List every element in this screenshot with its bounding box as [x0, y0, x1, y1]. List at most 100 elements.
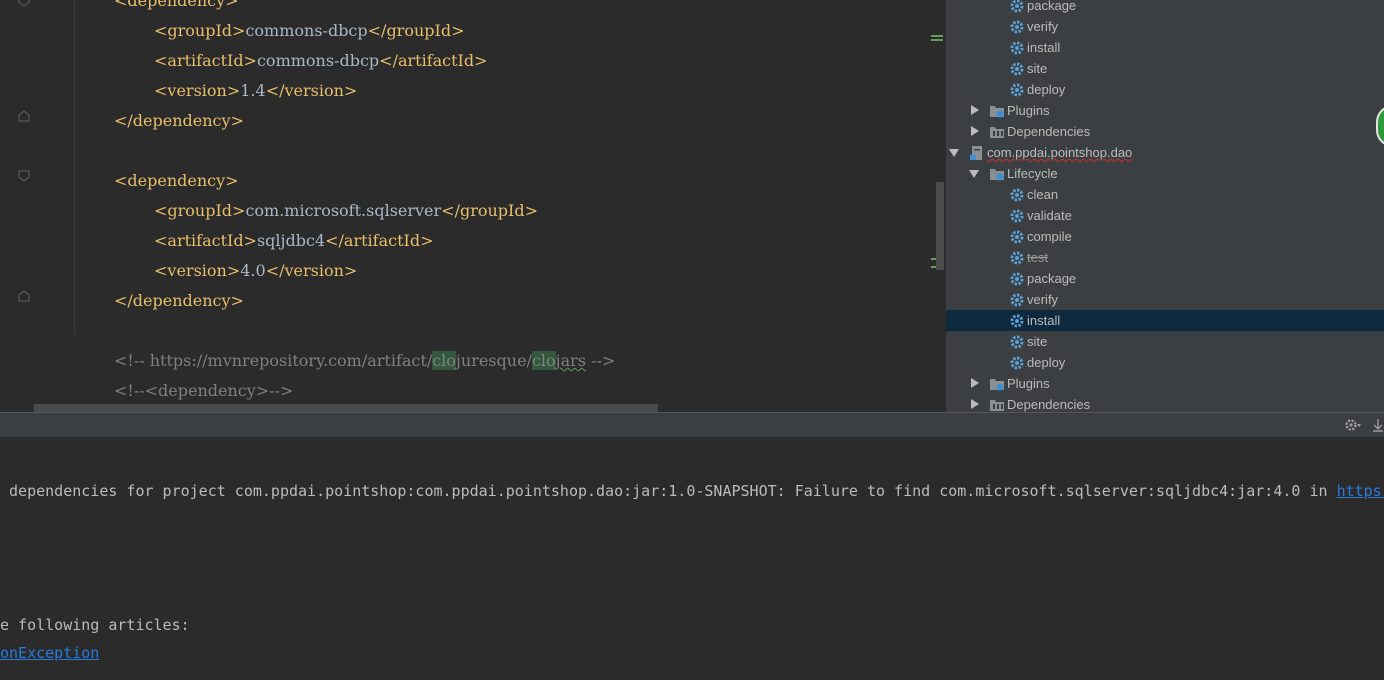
collapse-arrow-icon[interactable] — [971, 399, 979, 409]
gear-icon — [1009, 334, 1025, 350]
code-line: <artifactId>commons-dbcp</artifactId> — [154, 46, 488, 76]
code-line: <dependency> — [114, 166, 239, 196]
plugins-folder-icon — [989, 103, 1005, 119]
code-token: <!--<dependency>--> — [114, 381, 294, 400]
repository-link[interactable]: https:// — [1337, 482, 1384, 500]
tree-row-label: com.ppdai.pointshop.dao — [987, 145, 1133, 160]
console-line-link: onException — [0, 641, 99, 665]
tree-row-goal-skipped[interactable]: test — [946, 247, 1384, 268]
code-token: jars — [555, 351, 586, 370]
tree-row-label: verify — [1027, 19, 1059, 34]
console-line-help: e following articles: — [0, 613, 190, 637]
tree-row-goal-selected[interactable]: install — [946, 310, 1384, 331]
code-token: 4.0 — [240, 261, 266, 280]
code-token: clo — [531, 351, 556, 370]
horizontal-scrollbar[interactable] — [34, 404, 658, 412]
maven-module-icon — [969, 145, 985, 161]
tree-row-goal[interactable]: site — [946, 58, 1384, 79]
code-token: </artifactId> — [379, 51, 488, 70]
dependencies-folder-icon — [989, 397, 1005, 412]
code-line: <dependency> — [114, 0, 239, 16]
code-token: </artifactId> — [325, 231, 434, 250]
console-line-error: dependencies for project com.ppdai.point… — [0, 479, 1384, 503]
tree-row-goal[interactable]: validate — [946, 205, 1384, 226]
code-token: <groupId> — [154, 201, 246, 220]
code-token: --> — [586, 351, 616, 370]
tree-row-goal[interactable]: deploy — [946, 352, 1384, 373]
tree-row-goal[interactable]: deploy — [946, 79, 1384, 100]
tree-row-label: Plugins — [1007, 376, 1050, 391]
tree-row-label: Lifecycle — [1007, 166, 1058, 181]
gear-icon — [1009, 40, 1025, 56]
tree-row-goal[interactable]: clean — [946, 184, 1384, 205]
tree-row-label: clean — [1027, 187, 1059, 202]
tree-row-label: package — [1027, 271, 1077, 286]
gutter-indent-guide — [74, 0, 75, 335]
scroll-to-end-icon[interactable] — [1372, 417, 1384, 433]
tree-row-plugins[interactable]: Plugins — [946, 100, 1384, 121]
dependencies-folder-icon — [989, 124, 1005, 140]
help-text: e following articles: — [0, 616, 190, 634]
tree-row-label: Plugins — [1007, 103, 1050, 118]
tree-row-label: Dependencies — [1007, 397, 1091, 412]
gear-icon — [1009, 313, 1025, 329]
tree-row-deps[interactable]: Dependencies — [946, 394, 1384, 412]
error-text: dependencies for project com.ppdai.point… — [0, 482, 1337, 500]
tree-row-label: verify — [1027, 292, 1059, 307]
console-output[interactable]: dependencies for project com.ppdai.point… — [0, 437, 1384, 680]
tree-row-lifecycle[interactable]: Lifecycle — [946, 163, 1384, 184]
code-token: <version> — [154, 81, 241, 100]
code-line: <!-- https://mvnrepository.com/artifact/… — [114, 346, 615, 376]
code-token: commons-dbcp — [245, 21, 368, 40]
fold-marker-icon[interactable] — [17, 169, 31, 183]
tree-row-label: deploy — [1027, 82, 1066, 97]
tree-row-label: test — [1027, 250, 1048, 265]
gear-icon — [1009, 292, 1025, 308]
code-line: </dependency> — [114, 106, 244, 136]
code-line: <groupId>commons-dbcp</groupId> — [154, 16, 464, 46]
code-token: </dependency> — [114, 291, 244, 310]
fold-marker-icon[interactable] — [17, 0, 31, 8]
code-token: </groupId> — [367, 21, 465, 40]
tree-row-goal[interactable]: package — [946, 268, 1384, 289]
collapse-arrow-icon[interactable] — [971, 105, 979, 115]
settings-icon[interactable] — [1344, 417, 1361, 433]
code-line: <version>4.0</version> — [154, 256, 357, 286]
collapse-arrow-icon[interactable] — [971, 378, 979, 388]
code-token: commons-dbcp — [256, 51, 380, 70]
collapse-arrow-icon[interactable] — [971, 126, 979, 136]
tree-row-module[interactable]: com.ppdai.pointshop.dao — [946, 142, 1384, 163]
tree-row-goal[interactable]: verify — [946, 16, 1384, 37]
gear-icon — [1009, 61, 1025, 77]
tree-row-goal[interactable]: verify — [946, 289, 1384, 310]
tree-row-deps[interactable]: Dependencies — [946, 121, 1384, 142]
code-line: <artifactId>sqljdbc4</artifactId> — [154, 226, 433, 256]
tree-row-label: Dependencies — [1007, 124, 1091, 139]
tree-row-goal[interactable]: site — [946, 331, 1384, 352]
tree-row-label: install — [1027, 313, 1061, 328]
gear-icon — [1009, 271, 1025, 287]
code-token: </groupId> — [441, 201, 539, 220]
code-token: </dependency> — [114, 111, 244, 130]
code-token: sqljdbc4 — [256, 231, 326, 250]
maven-projects-panel: package verify install site deploy Plugins Dep… — [946, 0, 1384, 412]
tree-row-label: deploy — [1027, 355, 1066, 370]
tree-row-label: compile — [1027, 229, 1072, 244]
expand-arrow-icon[interactable] — [969, 170, 979, 178]
gear-icon — [1009, 82, 1025, 98]
fold-marker-icon[interactable] — [17, 109, 31, 123]
expand-arrow-icon[interactable] — [949, 149, 959, 157]
code-token: com.microsoft.sqlserver — [245, 201, 442, 220]
gear-icon — [1009, 0, 1025, 14]
tree-row-plugins[interactable]: Plugins — [946, 373, 1384, 394]
tree-row-goal[interactable]: compile — [946, 226, 1384, 247]
gear-icon — [1009, 19, 1025, 35]
code-token: </version> — [265, 81, 358, 100]
code-editor[interactable]: <dependency> <groupId>commons-dbcp</group… — [0, 0, 946, 412]
tree-row-goal[interactable]: install — [946, 37, 1384, 58]
vertical-scrollbar[interactable] — [936, 182, 944, 270]
exception-article-link[interactable]: onException — [0, 644, 99, 662]
tree-row-goal[interactable]: package — [946, 0, 1384, 16]
code-token: <dependency> — [114, 0, 239, 10]
fold-marker-icon[interactable] — [17, 289, 31, 303]
